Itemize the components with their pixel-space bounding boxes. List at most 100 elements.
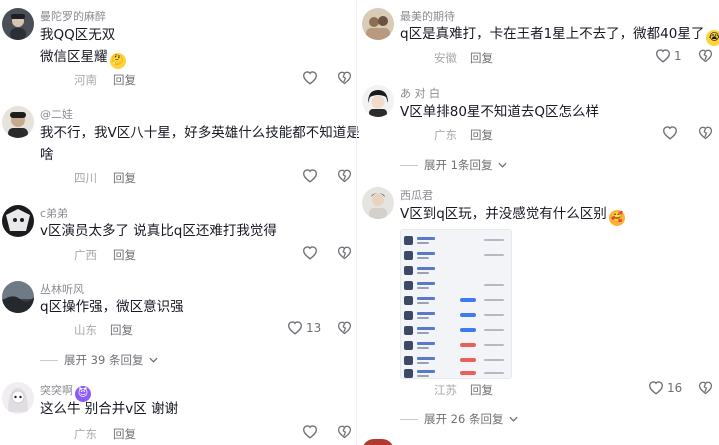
dislike-button[interactable] xyxy=(337,424,352,439)
dislike-button[interactable] xyxy=(337,168,352,183)
screenshot-row xyxy=(404,251,508,261)
expand-replies-label: 展开 1条回复 xyxy=(424,158,493,172)
comment-item: @二娃 我不行，我V区八十星，好多英雄什么技能都不知道是 啥 四川 回复 xyxy=(0,98,360,193)
broken-heart-icon xyxy=(337,169,352,183)
comment-item: あ 对 白 V区单排80星不知道去Q区怎么样 广东 回复 展开 1条回复 xyxy=(360,80,719,176)
avatar[interactable] xyxy=(362,187,394,219)
reply-button[interactable]: 回复 xyxy=(470,127,493,143)
comment-text-line2: 微信区星耀 🤔 xyxy=(40,47,126,69)
location: 河南 xyxy=(74,73,97,87)
screenshot-row xyxy=(404,296,508,306)
heart-icon xyxy=(302,246,318,260)
comment-column-left: 曼陀罗的麻醉 我QQ区无双 微信区星耀 🤔 河南 回复 @二娃 我不行，我V区八十… xyxy=(0,0,360,445)
username[interactable]: 丛林听风 xyxy=(40,281,84,297)
chevron-down-icon xyxy=(498,162,508,168)
expand-line xyxy=(400,418,418,420)
like-button[interactable] xyxy=(302,424,318,439)
comment-item: 最美的期待 q区是真难打，卡在王者1星上不去了，微都40星了 😭 安徽 回复 1 xyxy=(360,0,719,74)
reply-button[interactable]: 回复 xyxy=(113,72,136,88)
location: 山东 xyxy=(74,323,97,337)
like-button[interactable] xyxy=(302,168,318,183)
comment-item: 丛林听风 q区操作强，微区意识强 山东 回复 13 展开 39 条回复 xyxy=(0,275,356,370)
avatar[interactable] xyxy=(2,8,34,40)
attached-screenshot-image[interactable] xyxy=(400,229,512,379)
avatar[interactable] xyxy=(2,382,34,414)
comment-text: V区单排80星不知道去Q区怎么样 xyxy=(400,104,600,120)
heart-icon xyxy=(648,381,664,395)
heart-icon xyxy=(662,126,678,140)
heart-icon xyxy=(302,425,318,439)
username[interactable]: 西瓜君 xyxy=(400,187,433,203)
heart-icon xyxy=(302,71,318,85)
like-button[interactable] xyxy=(302,245,318,260)
comment-item: 突突啊 😈 这么牛 别合并v区 谢谢 广东 回复 xyxy=(0,376,356,445)
comment-column-right: 最美的期待 q区是真难打，卡在王者1星上不去了，微都40星了 😭 安徽 回复 1 … xyxy=(360,0,719,445)
screenshot-row xyxy=(404,236,508,246)
dislike-button[interactable] xyxy=(698,125,713,140)
comment-text: v区演员太多了 说真比q区还难打我觉得 xyxy=(40,223,277,239)
comment-text: 我不行，我V区八十星，好多英雄什么技能都不知道是 xyxy=(40,125,360,141)
heart-icon xyxy=(655,49,671,63)
dislike-button[interactable] xyxy=(698,48,713,63)
like-count: 1 xyxy=(674,48,682,63)
expand-replies-button[interactable]: 展开 26 条回复 xyxy=(400,411,519,427)
crying-emoji: 😭 xyxy=(706,30,719,46)
broken-heart-icon xyxy=(337,246,352,260)
location: 四川 xyxy=(74,171,97,185)
screenshot-row xyxy=(404,356,508,366)
like-button[interactable]: 16 xyxy=(648,380,682,395)
thinking-emoji: 🤔 xyxy=(109,53,126,69)
screenshot-row xyxy=(404,311,508,321)
comment-text: 我QQ区无双 xyxy=(40,27,116,43)
location: 广西 xyxy=(74,248,97,262)
location: 安徽 xyxy=(434,51,457,65)
chevron-down-icon xyxy=(509,416,519,422)
heart-icon xyxy=(302,169,318,183)
broken-heart-icon xyxy=(337,321,352,335)
comment-text: q区操作强，微区意识强 xyxy=(40,299,184,315)
expand-replies-label: 展开 39 条回复 xyxy=(64,353,144,367)
like-button[interactable] xyxy=(662,125,678,140)
next-comment-avatar[interactable] xyxy=(362,439,394,445)
comment-item: c弟弟 v区演员太多了 说真比q区还难打我觉得 广西 回复 xyxy=(0,197,356,271)
username[interactable]: c弟弟 xyxy=(40,205,68,221)
reply-button[interactable]: 回复 xyxy=(470,50,493,66)
broken-heart-icon xyxy=(337,71,352,85)
reply-button[interactable]: 回复 xyxy=(470,382,493,398)
dislike-button[interactable] xyxy=(337,320,352,335)
like-button[interactable]: 1 xyxy=(655,48,682,63)
reply-button[interactable]: 回复 xyxy=(113,247,136,263)
like-button[interactable]: 13 xyxy=(287,320,321,335)
broken-heart-icon xyxy=(698,49,713,63)
username[interactable]: あ 对 白 xyxy=(400,85,440,101)
reply-button[interactable]: 回复 xyxy=(113,426,136,442)
expand-line xyxy=(40,359,58,361)
username[interactable]: 曼陀罗的麻醉 xyxy=(40,8,106,24)
dislike-button[interactable] xyxy=(337,70,352,85)
username[interactable]: 最美的期待 xyxy=(400,8,455,24)
avatar[interactable] xyxy=(2,205,34,237)
screenshot-row xyxy=(404,326,508,336)
username[interactable]: @二娃 xyxy=(40,106,73,122)
comment-text: q区是真难打，卡在王者1星上不去了，微都40星了 😭 xyxy=(400,24,719,46)
avatar[interactable] xyxy=(2,281,34,313)
expand-replies-button[interactable]: 展开 1条回复 xyxy=(400,157,508,173)
reply-button[interactable]: 回复 xyxy=(113,170,136,186)
like-count: 13 xyxy=(306,320,322,335)
like-button[interactable] xyxy=(302,70,318,85)
avatar[interactable] xyxy=(362,8,394,40)
dislike-button[interactable] xyxy=(337,245,352,260)
dislike-button[interactable] xyxy=(698,380,713,395)
reply-button[interactable]: 回复 xyxy=(110,322,133,338)
avatar[interactable] xyxy=(362,85,394,117)
screenshot-row xyxy=(404,266,508,276)
screenshot-row xyxy=(404,369,508,378)
chevron-down-icon xyxy=(149,357,159,363)
comment-item: 西瓜君 V区到q区玩，并没感觉有什么区别 🥰 江苏 回复 16 展开 26 条回复 xyxy=(360,182,719,432)
expand-replies-button[interactable]: 展开 39 条回复 xyxy=(40,352,159,368)
avatar[interactable] xyxy=(2,106,34,138)
heart-icon xyxy=(287,321,303,335)
broken-heart-icon xyxy=(337,425,352,439)
comment-text-line2: 啥 xyxy=(40,147,54,163)
location: 广东 xyxy=(74,427,97,441)
